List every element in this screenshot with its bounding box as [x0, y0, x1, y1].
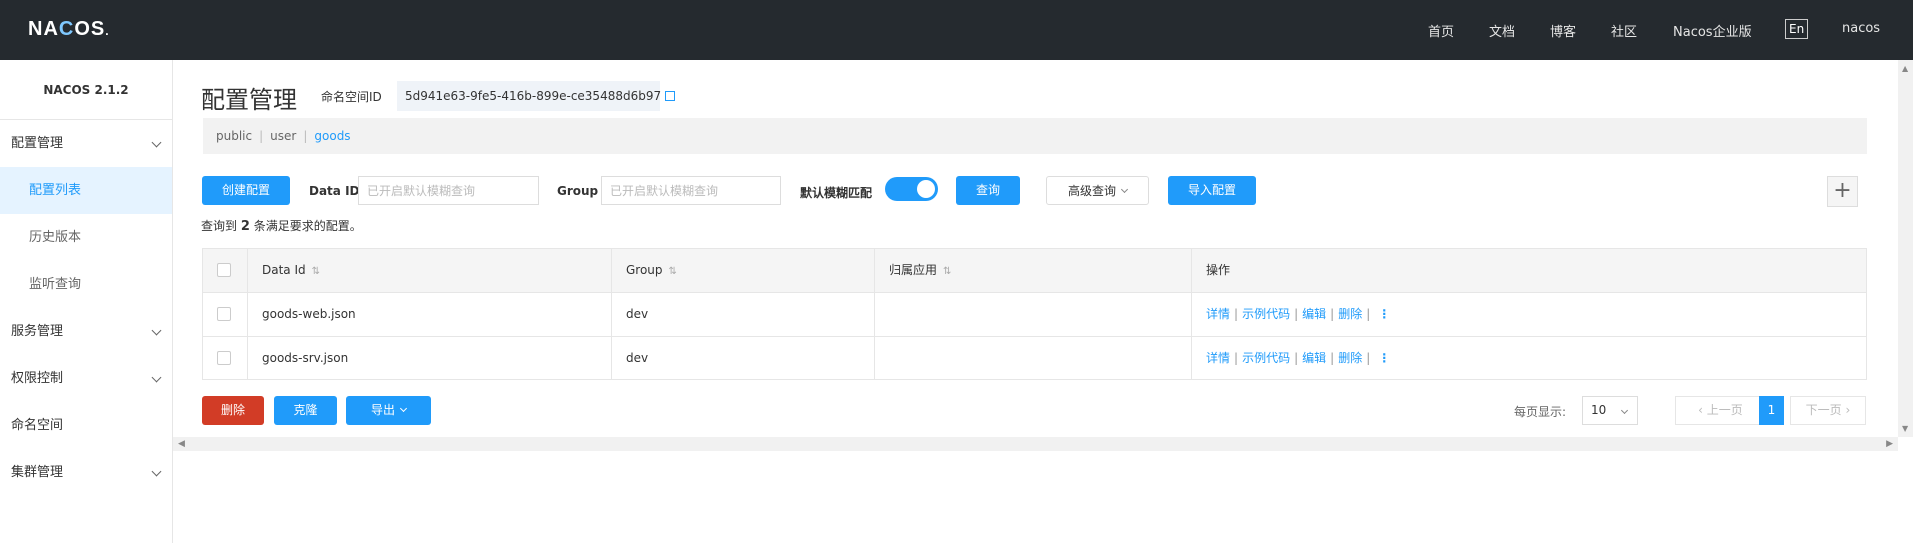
sidebar-item-access-control[interactable]: 权限控制: [0, 355, 172, 402]
nav-blog[interactable]: 博客: [1550, 21, 1576, 40]
prev-page-button[interactable]: ‹ 上一页: [1675, 396, 1766, 425]
namespace-id-box: 5d941e63-9fe5-416b-899e-ce35488d6b97: [397, 81, 676, 111]
scroll-left-icon[interactable]: ◀: [178, 439, 185, 449]
chevron-down-icon: [1120, 185, 1129, 194]
column-header-group[interactable]: Group ⇅: [612, 249, 875, 292]
cell-app: [875, 337, 1192, 380]
advanced-query-button[interactable]: 高级查询: [1046, 176, 1149, 205]
top-navbar: NACOS. 首页 文档 博客 社区 Nacos企业版 En nacos: [0, 0, 1913, 60]
table-row: goods-web.json dev 详情 | 示例代码 | 编辑 | 删除 | ⋮: [203, 293, 1866, 337]
nacos-logo[interactable]: NACOS.: [28, 18, 110, 41]
sample-code-link[interactable]: 示例代码: [1242, 307, 1290, 321]
edit-link[interactable]: 编辑: [1302, 351, 1326, 365]
nav-enterprise[interactable]: Nacos企业版: [1673, 21, 1752, 40]
chevron-down-icon: [151, 466, 162, 477]
dataid-input[interactable]: [358, 176, 539, 205]
sort-icon: ⇅: [943, 266, 952, 277]
result-summary: 查询到 2 条满足要求的配置。: [201, 219, 362, 234]
more-icon[interactable]: ⋮: [1378, 337, 1390, 380]
edit-link[interactable]: 编辑: [1302, 307, 1326, 321]
table-header: Data Id ⇅ Group ⇅ 归属应用 ⇅ 操作: [203, 249, 1866, 293]
sidebar-item-listener-query[interactable]: 监听查询: [0, 261, 172, 308]
scroll-down-icon[interactable]: ▼: [1902, 424, 1908, 433]
detail-link[interactable]: 详情: [1206, 351, 1230, 365]
plus-icon[interactable]: +: [1827, 176, 1858, 207]
namespace-public[interactable]: public: [216, 129, 252, 143]
import-config-button[interactable]: 导入配置: [1168, 176, 1256, 205]
cell-ops: 详情 | 示例代码 | 编辑 | 删除 | ⋮: [1192, 337, 1866, 380]
delete-link[interactable]: 删除: [1338, 351, 1362, 365]
column-header-dataid[interactable]: Data Id ⇅: [248, 249, 612, 292]
detail-link[interactable]: 详情: [1206, 307, 1230, 321]
cell-group: dev: [612, 293, 875, 336]
namespace-user[interactable]: user: [270, 129, 296, 143]
query-button[interactable]: 查询: [956, 176, 1020, 205]
version-label: NACOS 2.1.2: [0, 60, 172, 120]
nav-community[interactable]: 社区: [1611, 21, 1637, 40]
config-table: Data Id ⇅ Group ⇅ 归属应用 ⇅ 操作 goods-web.json …: [202, 248, 1867, 380]
column-header-ops: 操作: [1206, 263, 1231, 277]
cell-app: [875, 293, 1192, 336]
page-1-button[interactable]: 1: [1759, 396, 1784, 425]
sort-icon: ⇅: [311, 266, 321, 277]
row-checkbox[interactable]: [217, 351, 231, 365]
nav-home[interactable]: 首页: [1428, 21, 1454, 40]
fuzzy-match-label: 默认模糊匹配: [800, 186, 873, 200]
sidebar-item-namespace[interactable]: 命名空间: [0, 402, 172, 449]
sidebar: NACOS 2.1.2 配置管理 配置列表 历史版本 监听查询 服务管理 权限控…: [0, 60, 173, 543]
copy-icon[interactable]: [665, 91, 676, 101]
fuzzy-match-toggle[interactable]: [885, 177, 938, 201]
select-all-checkbox[interactable]: [217, 263, 231, 277]
page-title: 配置管理: [201, 86, 297, 114]
nav-docs[interactable]: 文档: [1489, 21, 1515, 40]
batch-delete-button[interactable]: 删除: [202, 396, 264, 425]
dataid-label: Data ID: [309, 184, 360, 198]
scroll-right-icon[interactable]: ▶: [1886, 439, 1893, 449]
chevron-down-icon: [151, 325, 162, 336]
namespace-id-label: 命名空间ID: [321, 90, 382, 104]
chevron-down-icon: [1620, 406, 1629, 415]
more-icon[interactable]: ⋮: [1378, 293, 1390, 336]
chevron-down-icon: [399, 404, 408, 413]
page-size-select[interactable]: 10: [1582, 396, 1638, 425]
namespace-id-value: 5d941e63-9fe5-416b-899e-ce35488d6b97: [405, 89, 662, 103]
sort-icon: ⇅: [668, 266, 677, 277]
language-switch[interactable]: En: [1785, 19, 1809, 39]
table-row: goods-srv.json dev 详情 | 示例代码 | 编辑 | 删除 | ⋮: [203, 337, 1866, 381]
export-button[interactable]: 导出: [346, 396, 431, 425]
user-menu[interactable]: nacos: [1842, 21, 1880, 36]
cell-dataid: goods-web.json: [248, 293, 612, 336]
vertical-scrollbar[interactable]: ▲ ▼: [1898, 60, 1913, 437]
namespace-goods[interactable]: goods: [314, 129, 350, 143]
sidebar-item-service-management[interactable]: 服务管理: [0, 308, 172, 355]
chevron-down-icon: [151, 372, 162, 383]
next-page-button[interactable]: 下一页 ›: [1790, 396, 1866, 425]
delete-link[interactable]: 删除: [1338, 307, 1362, 321]
column-header-app[interactable]: 归属应用 ⇅: [875, 249, 1192, 292]
sidebar-item-config-list[interactable]: 配置列表: [0, 167, 172, 214]
sidebar-item-cluster-management[interactable]: 集群管理: [0, 449, 172, 496]
chevron-down-icon: [151, 137, 162, 148]
group-input[interactable]: [601, 176, 781, 205]
sidebar-item-history[interactable]: 历史版本: [0, 214, 172, 261]
row-checkbox[interactable]: [217, 307, 231, 321]
sidebar-item-config-management[interactable]: 配置管理: [0, 120, 172, 167]
clone-button[interactable]: 克隆: [274, 396, 337, 425]
scroll-up-icon[interactable]: ▲: [1902, 64, 1908, 73]
create-config-button[interactable]: 创建配置: [202, 176, 290, 205]
sample-code-link[interactable]: 示例代码: [1242, 351, 1290, 365]
horizontal-scrollbar[interactable]: ◀ ▶: [173, 437, 1898, 451]
cell-dataid: goods-srv.json: [248, 337, 612, 380]
group-label: Group: [557, 184, 599, 198]
namespace-breadcrumb: public | user | goods: [203, 118, 1867, 154]
cell-ops: 详情 | 示例代码 | 编辑 | 删除 | ⋮: [1192, 293, 1866, 336]
cell-group: dev: [612, 337, 875, 380]
page-size-label: 每页显示:: [1514, 405, 1567, 419]
